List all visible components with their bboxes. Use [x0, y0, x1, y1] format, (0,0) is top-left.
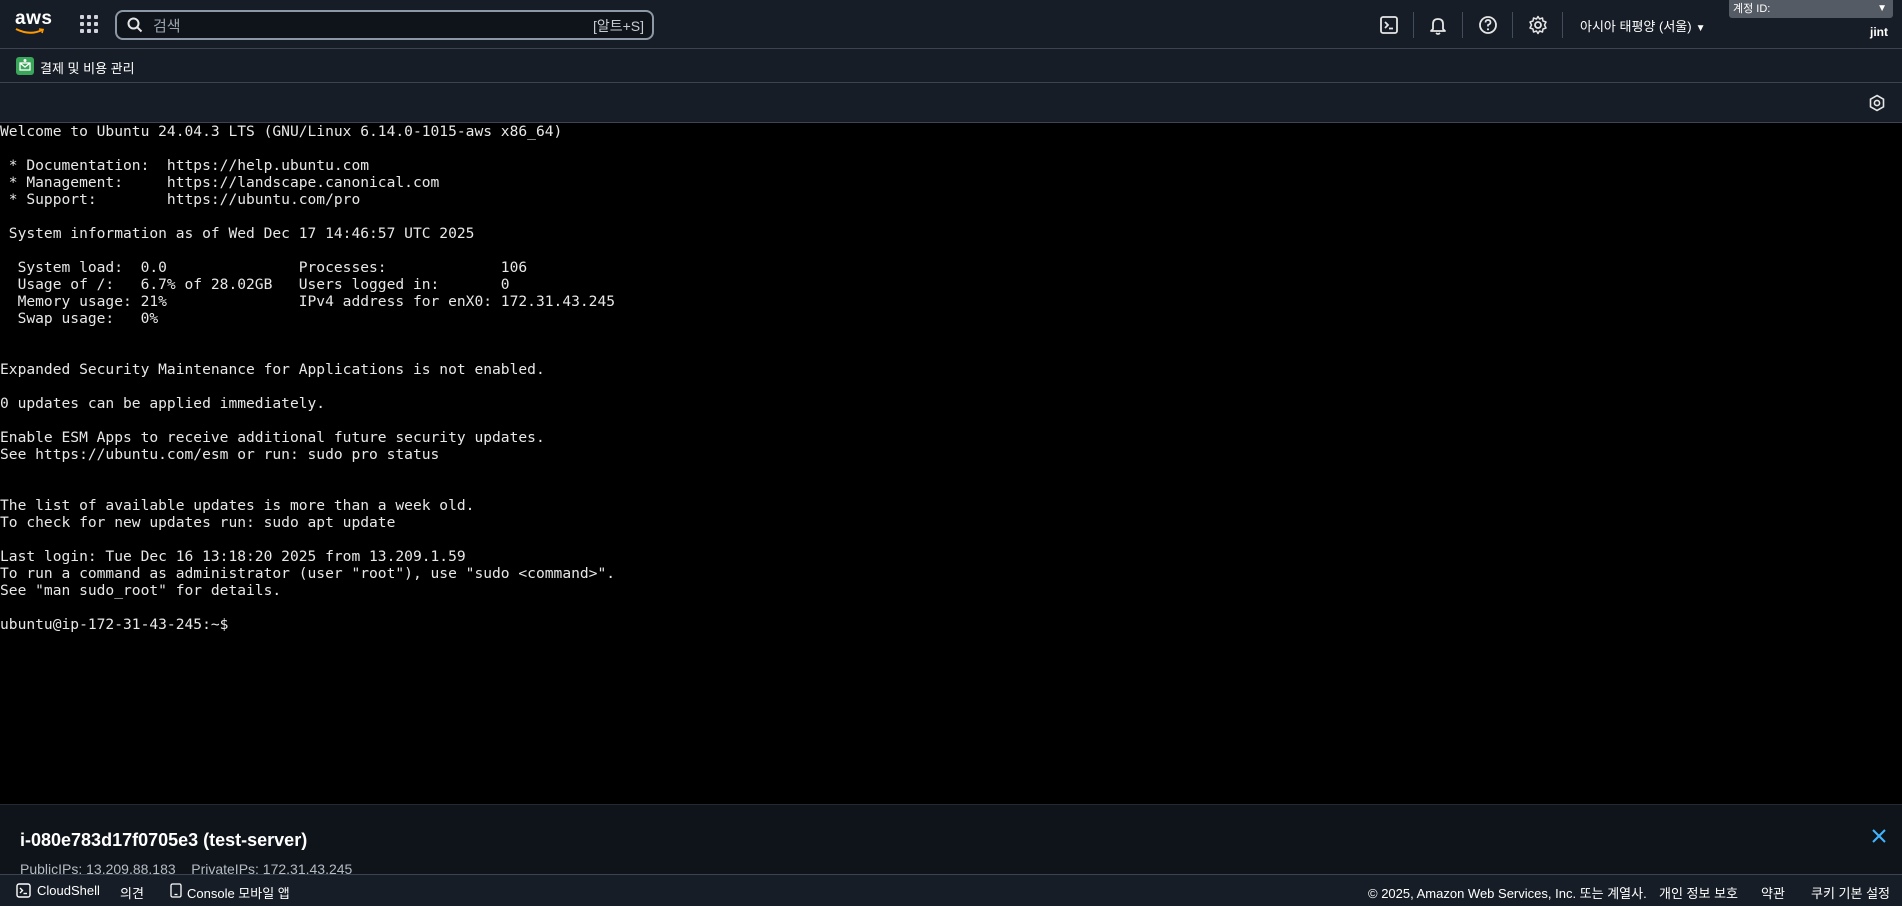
- top-navigation-bar: aws [알트+S] 아시: [0, 0, 1902, 49]
- nav-divider: [1462, 12, 1463, 38]
- console-footer: CloudShell 의견 Console 모바일 앱 © 2025, Amaz…: [0, 874, 1902, 906]
- terminal-line: Enable ESM Apps to receive additional fu…: [0, 429, 545, 446]
- terminal-line: * Documentation: https://help.ubuntu.com: [0, 157, 370, 174]
- bell-icon[interactable]: [1427, 14, 1449, 36]
- privacy-link[interactable]: 개인 정보 보호: [1659, 883, 1738, 902]
- help-icon[interactable]: [1477, 14, 1499, 36]
- region-selector[interactable]: 아시아 태평양 (서울) ▼: [1580, 16, 1705, 35]
- terminal-toolbar: [0, 83, 1902, 123]
- terminal-prompt-line: ubuntu@ip-172-31-43-245:~$: [0, 616, 238, 633]
- terminal-line: Welcome to Ubuntu 24.04.3 LTS (GNU/Linux…: [0, 123, 563, 140]
- cloudshell-link[interactable]: CloudShell: [37, 883, 100, 898]
- terminal-output[interactable]: Welcome to Ubuntu 24.04.3 LTS (GNU/Linux…: [0, 123, 1902, 804]
- aws-logo[interactable]: aws: [15, 8, 53, 38]
- billing-service-link[interactable]: 결제 및 비용 관리: [40, 58, 135, 77]
- caret-down-icon: ▼: [1877, 3, 1887, 14]
- nav-divider: [1413, 12, 1414, 38]
- aws-smile-icon: [15, 28, 45, 34]
- search-input[interactable]: [151, 15, 555, 37]
- search-shortcut-hint: [알트+S]: [592, 18, 644, 34]
- cloudshell-icon[interactable]: [1378, 14, 1400, 36]
- region-label: 아시아 태평양 (서울): [1580, 19, 1692, 34]
- terminal-line: * Management: https://landscape.canonica…: [0, 174, 440, 191]
- mobile-phone-icon[interactable]: [170, 883, 182, 898]
- feedback-link[interactable]: 의견: [120, 883, 144, 902]
- cloudshell-icon[interactable]: [16, 883, 31, 898]
- terminal-line: 0 updates can be applied immediately.: [0, 395, 326, 412]
- services-menu-grid-icon[interactable]: [80, 15, 100, 35]
- terminal-line: To check for new updates run: sudo apt u…: [0, 514, 396, 531]
- instance-info-panel: i-080e783d17f0705e3 (test-server) Public…: [0, 804, 1902, 874]
- search-box[interactable]: [알트+S]: [115, 10, 654, 40]
- billing-service-icon[interactable]: [16, 57, 34, 75]
- terminal-line: Memory usage: 21% IPv4 address for enX0:…: [0, 293, 616, 310]
- username-label[interactable]: jint: [1870, 25, 1888, 39]
- search-icon: [127, 17, 143, 33]
- cookie-preferences-link[interactable]: 쿠키 기본 설정: [1811, 883, 1890, 902]
- favorites-bar: 결제 및 비용 관리: [0, 49, 1902, 83]
- instance-ip-addresses: PublicIPs: 13.209.88.183 PrivateIPs: 172…: [20, 861, 353, 874]
- close-icon[interactable]: [1870, 827, 1888, 845]
- terminal-line: Swap usage: 0%: [0, 310, 159, 327]
- terminal-line: To run a command as administrator (user …: [0, 565, 616, 582]
- nav-divider: [1562, 12, 1563, 38]
- copyright-text: © 2025, Amazon Web Services, Inc. 또는 계열사…: [1368, 886, 1647, 901]
- instance-title: i-080e783d17f0705e3 (test-server): [20, 830, 308, 850]
- terminal-line: The list of available updates is more th…: [0, 497, 475, 514]
- account-id-label: 계정 ID:: [1733, 3, 1771, 15]
- nav-divider: [1512, 12, 1513, 38]
- terms-link[interactable]: 약관: [1761, 883, 1785, 902]
- terminal-line: System information as of Wed Dec 17 14:4…: [0, 225, 475, 242]
- terminal-line: * Support: https://ubuntu.com/pro: [0, 191, 361, 208]
- terminal-line: Usage of /: 6.7% of 28.02GB Users logged…: [0, 276, 510, 293]
- aws-logo-text: aws: [15, 8, 53, 29]
- console-mobile-app-link[interactable]: Console 모바일 앱: [187, 883, 290, 902]
- gear-icon[interactable]: [1527, 14, 1549, 36]
- account-menu[interactable]: 계정 ID: ▼: [1729, 0, 1893, 18]
- caret-down-icon: ▼: [1695, 23, 1706, 34]
- terminal-line: See "man sudo_root" for details.: [0, 582, 282, 599]
- terminal-line: Last login: Tue Dec 16 13:18:20 2025 fro…: [0, 548, 466, 565]
- terminal-line: See https://ubuntu.com/esm or run: sudo …: [0, 446, 440, 463]
- terminal-line: System load: 0.0 Processes: 106: [0, 259, 528, 276]
- terminal-settings-icon[interactable]: [1868, 94, 1886, 112]
- terminal-line: Expanded Security Maintenance for Applic…: [0, 361, 545, 378]
